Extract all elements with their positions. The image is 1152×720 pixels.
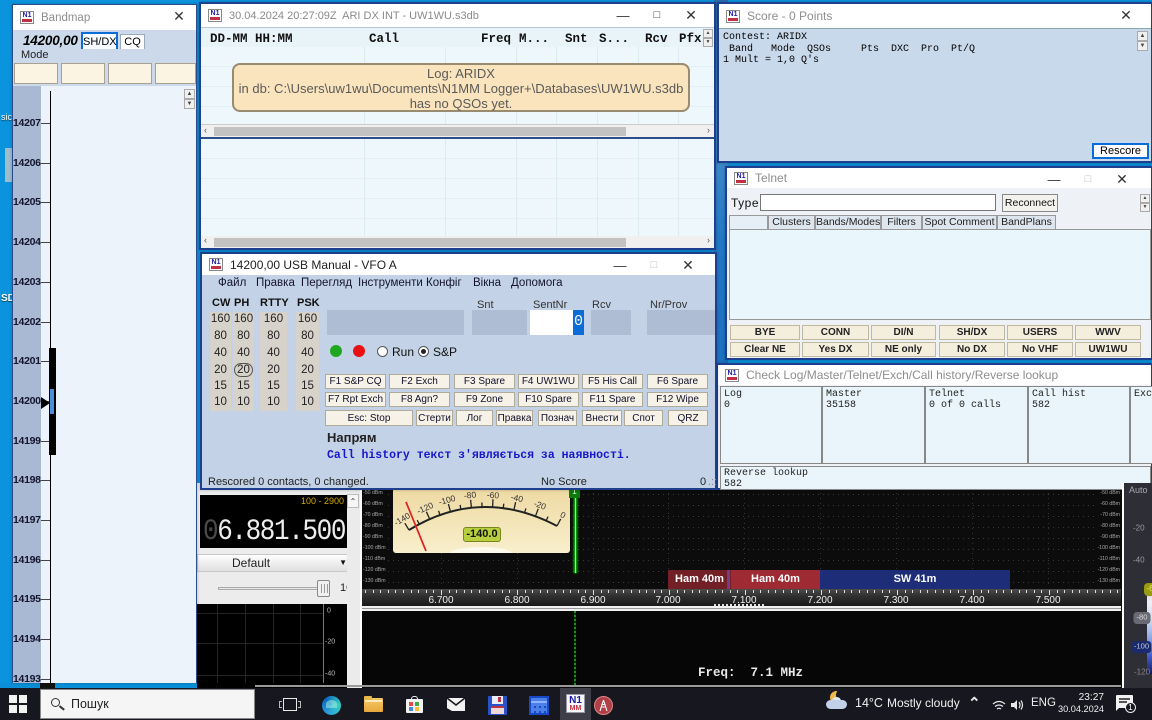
svg-text:-40: -40 xyxy=(510,492,524,504)
svg-text:0: 0 xyxy=(559,509,568,520)
svg-text:-80: -80 xyxy=(463,489,477,500)
svg-text:-60: -60 xyxy=(487,490,500,501)
svg-text:-100: -100 xyxy=(437,493,456,507)
svg-text:-20: -20 xyxy=(533,498,548,512)
svg-text:-120: -120 xyxy=(415,500,435,516)
svg-text:-140: -140 xyxy=(393,510,412,527)
